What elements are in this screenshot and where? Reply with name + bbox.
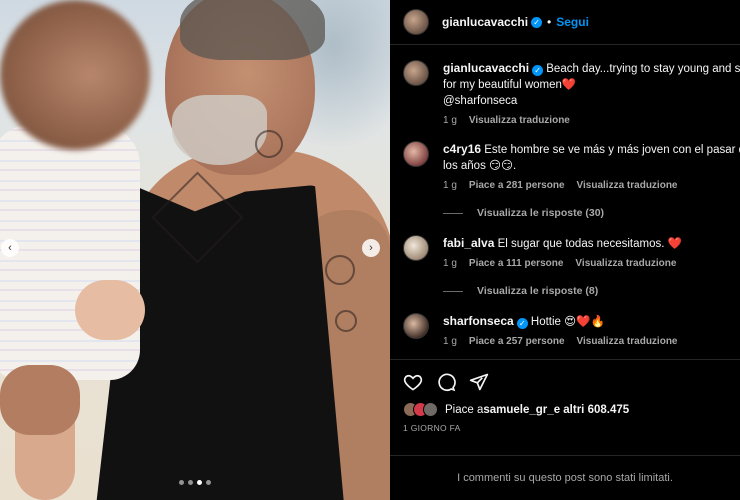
follow-button[interactable]: Segui [556,15,589,29]
likes-summary[interactable]: Piace a samuele_gr_ e altri 608.475 [390,392,740,417]
caption-text: Beach day...trying to stay young and st [546,63,740,75]
comment-icon[interactable] [436,372,456,392]
avatar[interactable] [403,235,429,261]
carousel-dot [188,480,193,485]
comment-time[interactable]: 1 g [443,180,457,191]
view-replies-button[interactable]: Visualizza le risposte (8) [443,285,736,297]
comment-likes[interactable]: Piace a 111 persone [469,258,564,269]
comments-limited-notice: I commenti su questo post sono stati lim… [390,455,740,500]
man-hair [180,0,325,60]
neck-tattoo [255,130,283,158]
caption-mention[interactable]: @sharfonseca [443,93,736,109]
man-hand [0,365,80,435]
comment-text: El sugar que todas necesitamos. ❤️ [497,238,682,250]
translate-button[interactable]: Visualizza traduzione [577,336,678,347]
share-icon[interactable] [469,372,489,392]
comment-username[interactable]: sharfonseca [443,314,514,328]
chevron-right-icon: › [369,242,373,254]
child-arm [75,280,145,340]
post-header: gianlucavacchi ✓ • Segui [390,0,740,45]
verified-badge-icon: ✓ [516,318,528,329]
carousel-indicator [0,480,390,485]
comment-username[interactable]: c4ry16 [443,142,481,156]
child-dress [0,125,140,380]
verified-badge-icon: ✓ [532,65,544,76]
heart-icon[interactable] [403,372,423,392]
translate-button[interactable]: Visualizza traduzione [577,180,678,191]
carousel-dot [206,480,211,485]
caption-text-line2: for my beautiful women❤️ [443,79,577,91]
comment-text: Hottie 😍❤️🔥 [530,316,605,328]
child-head-blurred [0,0,150,150]
avatar[interactable] [403,60,429,86]
comment-text-line2: los años 😏😏. [443,160,517,172]
caption: gianlucavacchi ✓ Beach day...trying to st… [390,60,740,126]
comment-time[interactable]: 1 g [443,258,457,269]
carousel-dot [179,480,184,485]
comment-username[interactable]: fabi_alva [443,236,494,250]
likes-count[interactable]: e altri 608.475 [554,404,629,416]
caption-username[interactable]: gianlucavacchi [443,61,529,75]
caption-time[interactable]: 1 g [443,115,457,126]
view-replies-button[interactable]: Visualizza le risposte (30) [443,207,736,219]
likes-prefix: Piace a [445,403,484,416]
post-side-panel: gianlucavacchi ✓ • Segui gianlucavacchi ✓… [390,0,740,500]
translate-button[interactable]: Visualizza traduzione [575,258,676,269]
separator-dot: • [547,15,552,29]
avatar[interactable] [403,313,429,339]
comment-likes[interactable]: Piace a 281 persone [469,180,565,191]
replies-divider [443,212,463,214]
comment-likes[interactable]: Piace a 257 persone [469,336,565,347]
post-photo[interactable]: ‹ › [0,0,390,500]
comment-list[interactable]: gianlucavacchi ✓ Beach day...trying to st… [390,45,740,357]
carousel-next-button[interactable]: › [362,239,380,257]
likes-user[interactable]: samuele_gr_ [483,404,553,416]
author-username[interactable]: gianlucavacchi [442,15,528,29]
avatar [423,402,438,417]
liker-avatars [403,402,438,417]
comment-item: c4ry16 Este hombre se ve más y más joven… [390,141,740,219]
replies-divider [443,290,463,292]
carousel-dot [197,480,202,485]
man-beard [172,95,267,165]
post-actions: Piace a samuele_gr_ e altri 608.475 1 GI… [390,359,740,433]
avatar[interactable] [403,141,429,167]
avatar[interactable] [403,9,429,35]
comment-text: Este hombre se ve más y más joven con el… [484,144,740,156]
comment-item: sharfonseca ✓ Hottie 😍❤️🔥 1 g Piace a 257… [390,313,740,347]
arm-tattoo [325,255,355,285]
chevron-left-icon: ‹ [8,242,12,254]
translate-button[interactable]: Visualizza traduzione [469,115,570,126]
arm-tattoo [335,310,357,332]
post-date[interactable]: 1 GIORNO FA [390,417,740,433]
comment-item: fabi_alva El sugar que todas necesitamos… [390,235,740,297]
comment-time[interactable]: 1 g [443,336,457,347]
carousel-prev-button[interactable]: ‹ [1,239,19,257]
verified-badge-icon: ✓ [531,16,543,28]
